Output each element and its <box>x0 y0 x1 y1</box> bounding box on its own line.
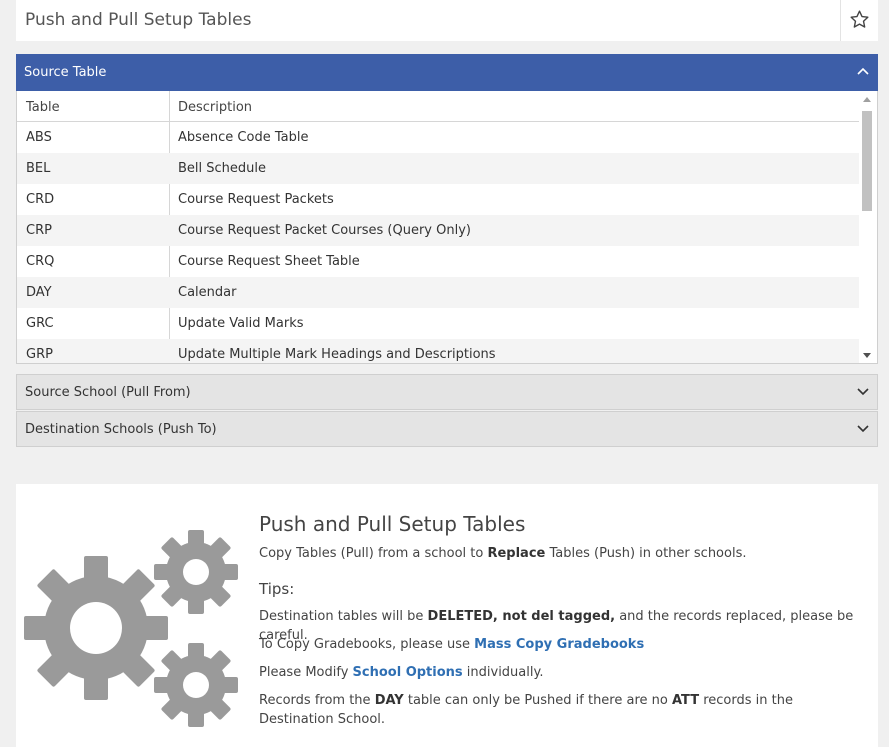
table-code: GRC <box>26 316 54 331</box>
table-code: GRP <box>26 347 53 362</box>
scrollbar-thumb[interactable] <box>862 111 872 211</box>
tip-gradebooks: To Copy Gradebooks, please use Mass Copy… <box>259 635 859 654</box>
table-code: CRQ <box>26 254 55 269</box>
scroll-up-arrow-icon[interactable] <box>863 97 871 102</box>
table-row[interactable]: CRD Course Request Packets <box>17 184 859 215</box>
text: Please Modify <box>259 665 353 680</box>
grid-scrollbar[interactable] <box>859 91 877 363</box>
chevron-down-icon <box>857 388 869 396</box>
tip-school-options: Please Modify School Options individuall… <box>259 663 859 682</box>
tip-day-table: Records from the DAY table can only be P… <box>259 691 859 729</box>
page-header: Push and Pull Setup Tables <box>16 0 878 41</box>
destination-schools-label: Destination Schools (Push To) <box>25 422 217 437</box>
destination-schools-section[interactable]: Destination Schools (Push To) <box>16 411 878 447</box>
table-description: Course Request Packet Courses (Query Onl… <box>178 223 471 238</box>
table-code: DAY <box>26 285 52 300</box>
table-row[interactable]: CRQ Course Request Sheet Table <box>17 246 859 277</box>
tips-heading: Tips: <box>259 580 295 598</box>
chevron-down-icon <box>857 425 869 433</box>
source-school-label: Source School (Pull From) <box>25 385 191 400</box>
text: To Copy Gradebooks, please use <box>259 637 475 652</box>
text: Destination tables will be <box>259 609 428 624</box>
source-table-header[interactable]: Source Table <box>16 54 878 91</box>
table-row[interactable]: ABS Absence Code Table <box>17 122 859 153</box>
column-header-description[interactable]: Description <box>178 100 252 115</box>
table-row[interactable]: BEL Bell Schedule <box>17 153 859 184</box>
table-description: Calendar <box>178 285 237 300</box>
info-title: Push and Pull Setup Tables <box>259 512 526 536</box>
text: Records from the <box>259 693 375 708</box>
page-title: Push and Pull Setup Tables <box>25 10 252 30</box>
info-description: Copy Tables (Pull) from a school to Repl… <box>259 544 859 563</box>
source-table-label: Source Table <box>24 65 107 80</box>
favorite-button[interactable] <box>840 0 878 41</box>
emphasis-text: Replace <box>487 546 546 561</box>
scroll-down-arrow-icon[interactable] <box>863 353 871 358</box>
mass-copy-gradebooks-link[interactable]: Mass Copy Gradebooks <box>474 637 644 652</box>
table-code: CRD <box>26 192 55 207</box>
table-code: ABS <box>26 130 52 145</box>
column-header-table[interactable]: Table <box>26 100 60 115</box>
table-description: Course Request Packets <box>178 192 334 207</box>
table-description: Update Multiple Mark Headings and Descri… <box>178 347 496 362</box>
text: Copy Tables (Pull) from a school to <box>259 546 488 561</box>
source-table-grid: Table Description ABS Absence Code Table … <box>16 91 878 364</box>
table-description: Absence Code Table <box>178 130 309 145</box>
info-panel: Push and Pull Setup Tables Copy Tables (… <box>16 484 878 747</box>
table-row[interactable]: GRP Update Multiple Mark Headings and Des… <box>17 339 859 363</box>
emphasis-text: ATT <box>671 693 700 708</box>
grid-rows: ABS Absence Code Table BEL Bell Schedule C… <box>17 122 859 363</box>
table-code: CRP <box>26 223 52 238</box>
emphasis-text: DAY <box>374 693 404 708</box>
emphasis-text: DELETED, not del tagged, <box>427 609 616 624</box>
chevron-up-icon <box>857 67 869 75</box>
table-description: Update Valid Marks <box>178 316 304 331</box>
star-icon <box>850 10 869 28</box>
table-row[interactable]: CRP Course Request Packet Courses (Query … <box>17 215 859 246</box>
table-row[interactable]: DAY Calendar <box>17 277 859 308</box>
text: Tables (Push) in other schools. <box>545 546 747 561</box>
source-school-section[interactable]: Source School (Pull From) <box>16 374 878 410</box>
grid-header: Table Description <box>17 91 859 122</box>
table-description: Course Request Sheet Table <box>178 254 360 269</box>
gears-icon <box>24 530 238 727</box>
text: individually. <box>462 665 544 680</box>
school-options-link[interactable]: School Options <box>353 665 463 680</box>
table-description: Bell Schedule <box>178 161 267 176</box>
text: table can only be Pushed if there are no <box>403 693 672 708</box>
table-row[interactable]: GRC Update Valid Marks <box>17 308 859 339</box>
table-code: BEL <box>26 161 51 176</box>
